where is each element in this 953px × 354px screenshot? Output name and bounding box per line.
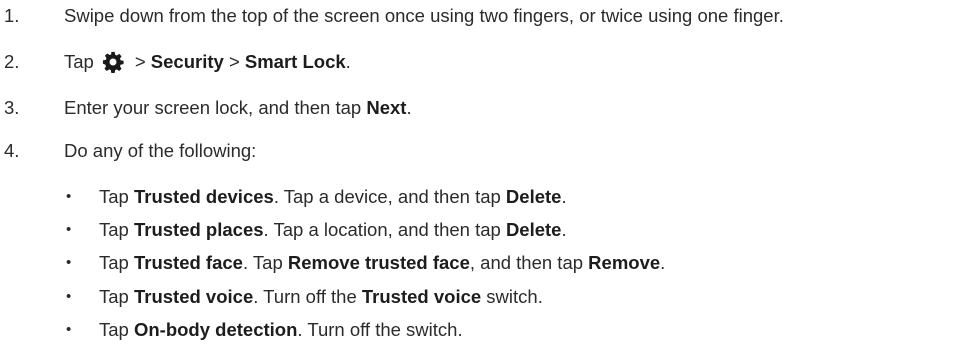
text-end: .	[561, 186, 567, 207]
settings-gear-icon	[102, 51, 124, 73]
step-number: 4.	[4, 140, 20, 161]
step-text-end: .	[406, 97, 412, 118]
bullet-dot: •	[66, 221, 72, 238]
bold-term: Delete	[505, 186, 562, 207]
bold-term: Trusted places	[133, 219, 264, 240]
bullet-text: Tap On-body detection. Turn off the swit…	[99, 318, 463, 342]
text-end: .	[561, 219, 567, 240]
text-part: Tap	[99, 286, 134, 307]
bold-term: Remove	[588, 252, 661, 273]
text-part: Tap	[99, 319, 134, 340]
breadcrumb-separator: >	[228, 51, 240, 72]
step-number: 1.	[4, 5, 20, 26]
menu-smart-lock: Smart Lock	[244, 51, 346, 72]
step-text-end: .	[345, 51, 351, 72]
step-text: Swipe down from the top of the screen on…	[64, 5, 784, 26]
step-number: 2.	[4, 51, 20, 72]
bullet-dot: •	[66, 188, 72, 205]
button-next-label: Next	[366, 97, 407, 118]
text-part: . Tap a device, and then tap	[273, 186, 506, 207]
text-end: .	[660, 252, 666, 273]
text-part: Tap	[99, 186, 134, 207]
bold-term: Trusted voice	[361, 286, 482, 307]
text-part: . Tap a location, and then tap	[263, 219, 506, 240]
text-part: , and then tap	[469, 252, 589, 273]
bold-term: Trusted voice	[133, 286, 254, 307]
step-text: Do any of the following:	[64, 140, 257, 161]
step-text-part: Enter your screen lock, and then tap	[64, 97, 367, 118]
bold-term: Trusted face	[133, 252, 243, 273]
text-part: . Turn off the	[253, 286, 362, 307]
text-part: Tap	[99, 252, 134, 273]
bold-term: Trusted devices	[133, 186, 274, 207]
menu-security: Security	[150, 51, 224, 72]
bullet-dot: •	[66, 321, 72, 338]
text-part: . Turn off the switch.	[297, 319, 463, 340]
bullet-dot: •	[66, 288, 72, 305]
text-part: Tap	[99, 219, 134, 240]
bullet-text: Tap Trusted voice. Turn off the Trusted …	[99, 285, 543, 309]
step-text: Tap > Security > Smart Lock.	[64, 50, 351, 74]
bold-term: On-body detection	[133, 319, 298, 340]
bullet-text: Tap Trusted places. Tap a location, and …	[99, 218, 567, 242]
step-text: Enter your screen lock, and then tap Nex…	[64, 96, 412, 120]
bold-term: Remove trusted face	[287, 252, 470, 273]
breadcrumb-separator: >	[134, 51, 146, 72]
step-number: 3.	[4, 97, 20, 118]
text-part: . Tap	[242, 252, 288, 273]
bullet-dot: •	[66, 254, 72, 271]
bullet-text: Tap Trusted devices. Tap a device, and t…	[99, 185, 567, 209]
text-part: switch.	[481, 286, 543, 307]
instructions-page: 1. Swipe down from the top of the screen…	[0, 0, 953, 354]
step-text-prefix: Tap	[64, 51, 94, 72]
bold-term: Delete	[505, 219, 562, 240]
bullet-text: Tap Trusted face. Tap Remove trusted fac…	[99, 251, 665, 275]
